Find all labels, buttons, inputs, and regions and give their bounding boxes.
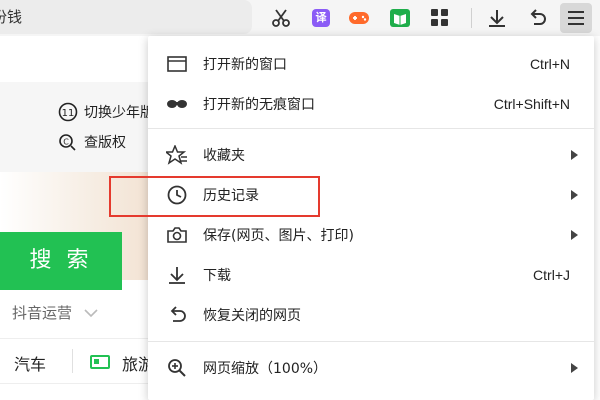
menu-item-new-window[interactable]: 打开新的窗口 Ctrl+N [148, 44, 594, 84]
favorites-icon [166, 144, 188, 166]
nav-item-car[interactable]: 汽车 [14, 351, 46, 375]
download-icon[interactable] [485, 6, 509, 30]
scissors-icon[interactable] [269, 6, 293, 30]
teen-mode-icon: 11 [58, 102, 78, 122]
copyright-icon: C [59, 134, 76, 151]
game-icon[interactable] [347, 6, 371, 30]
submenu-arrow-icon [571, 150, 578, 160]
menu-item-favorites[interactable]: 收藏夹 [148, 135, 594, 175]
submenu-arrow-icon [571, 230, 578, 240]
menu-item-shortcut: Ctrl+N [529, 56, 570, 72]
menu-item-label: 网页缩放（100%） [203, 361, 328, 377]
zoom-icon [166, 357, 188, 379]
restore-icon [166, 304, 188, 326]
toolbar-divider [471, 8, 472, 28]
camera-icon [166, 224, 188, 246]
menu-item-zoom[interactable]: 网页缩放（100%） [148, 348, 594, 388]
menu-item-restore-closed[interactable]: 恢复关闭的网页 [148, 295, 594, 335]
menu-item-label: 下载 [203, 268, 231, 284]
window-icon [166, 53, 188, 75]
travel-icon [90, 355, 110, 369]
svg-text:11: 11 [62, 108, 75, 119]
menu-item-new-incognito[interactable]: 打开新的无痕窗口 Ctrl+Shift+N [148, 84, 594, 124]
category-nav: 汽车 旅游 [0, 338, 154, 384]
teen-mode-label: 切换少年版 [84, 105, 154, 121]
hot-search-label: 抖音运营 [12, 304, 73, 322]
hot-search-row[interactable]: 抖音运营 [12, 302, 98, 323]
chevron-down-icon [84, 308, 98, 317]
menu-separator [148, 341, 594, 342]
undo-icon[interactable] [525, 6, 549, 30]
menu-icon[interactable] [560, 3, 592, 33]
menu-item-shortcut: Ctrl+J [533, 267, 570, 283]
menu-item-shortcut: Ctrl+Shift+N [493, 96, 570, 112]
translate-icon[interactable]: 译 [309, 6, 333, 30]
incognito-icon [166, 93, 188, 115]
copyright-label: 查版权 [84, 135, 126, 151]
teen-mode-link[interactable]: 11 切换少年版 [58, 102, 154, 122]
menu-item-label: 保存(网页、图片、打印) [203, 228, 354, 244]
menu-item-save[interactable]: 保存(网页、图片、打印) [148, 215, 594, 255]
reader-icon[interactable] [388, 6, 412, 30]
address-text: 份钱 [0, 8, 23, 26]
download-icon [166, 264, 188, 286]
browser-toolbar: 份钱 译 [0, 0, 600, 36]
svg-text:C: C [63, 138, 69, 147]
menu-item-label: 恢复关闭的网页 [203, 308, 301, 324]
copyright-link[interactable]: C 查版权 [58, 132, 126, 152]
submenu-arrow-icon [571, 190, 578, 200]
menu-separator [148, 128, 594, 129]
nav-divider [72, 349, 73, 373]
browser-main-menu: 打开新的窗口 Ctrl+N 打开新的无痕窗口 Ctrl+Shift+N 收藏夹 [148, 36, 594, 400]
menu-item-downloads[interactable]: 下载 Ctrl+J [148, 255, 594, 295]
menu-item-label: 收藏夹 [203, 148, 245, 164]
history-highlight-box [109, 176, 320, 217]
apps-grid-icon[interactable] [428, 6, 452, 30]
menu-item-label: 打开新的窗口 [203, 57, 287, 73]
submenu-arrow-icon [571, 363, 578, 373]
menu-item-label: 打开新的无痕窗口 [203, 97, 315, 113]
search-button[interactable]: 搜 索 [0, 232, 122, 290]
address-bar[interactable]: 份钱 [0, 0, 252, 34]
